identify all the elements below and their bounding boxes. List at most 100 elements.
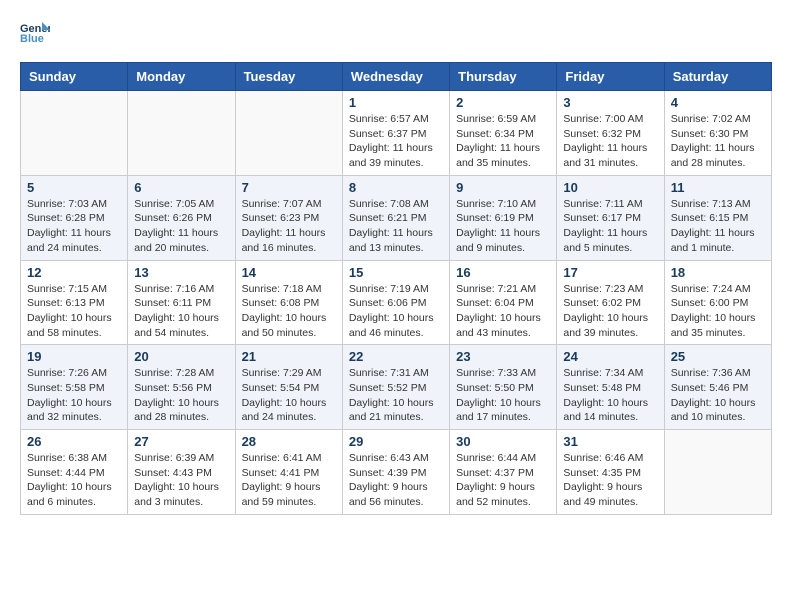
day-number: 25 — [671, 349, 765, 364]
day-info: Sunrise: 7:16 AM Sunset: 6:11 PM Dayligh… — [134, 282, 228, 341]
header-tuesday: Tuesday — [235, 63, 342, 91]
calendar-cell: 3 Sunrise: 7:00 AM Sunset: 6:32 PM Daylig… — [557, 91, 664, 176]
calendar-cell: 26 Sunrise: 6:38 AM Sunset: 4:44 PM Dayli… — [21, 430, 128, 515]
header-sunday: Sunday — [21, 63, 128, 91]
calendar-cell: 29Sunrise: 6:43 AM Sunset: 4:39 PM Dayli… — [342, 430, 449, 515]
calendar-cell: 12Sunrise: 7:15 AM Sunset: 6:13 PM Dayli… — [21, 260, 128, 345]
day-number: 9 — [456, 180, 550, 195]
day-info: Sunrise: 7:08 AM Sunset: 6:21 PM Dayligh… — [349, 197, 443, 256]
day-number: 23 — [456, 349, 550, 364]
calendar-cell — [21, 91, 128, 176]
day-number: 22 — [349, 349, 443, 364]
calendar-cell: 8 Sunrise: 7:08 AM Sunset: 6:21 PM Daylig… — [342, 175, 449, 260]
calendar-cell: 13 Sunrise: 7:16 AM Sunset: 6:11 PM Dayli… — [128, 260, 235, 345]
svg-text:Blue: Blue — [20, 33, 44, 44]
day-number: 31 — [563, 434, 657, 449]
day-info: Sunrise: 6:44 AM Sunset: 4:37 PM Dayligh… — [456, 451, 550, 510]
header-thursday: Thursday — [450, 63, 557, 91]
calendar-cell: 27 Sunrise: 6:39 AM Sunset: 4:43 PM Dayli… — [128, 430, 235, 515]
day-number: 2 — [456, 95, 550, 110]
day-number: 6 — [134, 180, 228, 195]
calendar-header-row: SundayMondayTuesdayWednesdayThursdayFrid… — [21, 63, 772, 91]
calendar-cell: 9 Sunrise: 7:10 AM Sunset: 6:19 PM Daylig… — [450, 175, 557, 260]
day-number: 30 — [456, 434, 550, 449]
day-number: 14 — [242, 265, 336, 280]
day-info: Sunrise: 6:39 AM Sunset: 4:43 PM Dayligh… — [134, 451, 228, 510]
day-info: Sunrise: 6:41 AM Sunset: 4:41 PM Dayligh… — [242, 451, 336, 510]
calendar-cell: 19 Sunrise: 7:26 AM Sunset: 5:58 PM Dayli… — [21, 345, 128, 430]
day-number: 3 — [563, 95, 657, 110]
day-number: 17 — [563, 265, 657, 280]
day-number: 20 — [134, 349, 228, 364]
day-number: 27 — [134, 434, 228, 449]
calendar-week-row: 19 Sunrise: 7:26 AM Sunset: 5:58 PM Dayli… — [21, 345, 772, 430]
calendar-cell: 5 Sunrise: 7:03 AM Sunset: 6:28 PM Daylig… — [21, 175, 128, 260]
day-info: Sunrise: 6:46 AM Sunset: 4:35 PM Dayligh… — [563, 451, 657, 510]
day-info: Sunrise: 6:57 AM Sunset: 6:37 PM Dayligh… — [349, 112, 443, 171]
header-friday: Friday — [557, 63, 664, 91]
calendar-cell: 30 Sunrise: 6:44 AM Sunset: 4:37 PM Dayli… — [450, 430, 557, 515]
calendar-cell: 17 Sunrise: 7:23 AM Sunset: 6:02 PM Dayli… — [557, 260, 664, 345]
calendar-week-row: 1 Sunrise: 6:57 AM Sunset: 6:37 PM Daylig… — [21, 91, 772, 176]
day-info: Sunrise: 7:03 AM Sunset: 6:28 PM Dayligh… — [27, 197, 121, 256]
day-number: 7 — [242, 180, 336, 195]
day-info: Sunrise: 7:26 AM Sunset: 5:58 PM Dayligh… — [27, 366, 121, 425]
logo-icon: General Blue — [20, 20, 50, 44]
logo: General Blue — [20, 20, 52, 44]
day-number: 8 — [349, 180, 443, 195]
day-info: Sunrise: 7:07 AM Sunset: 6:23 PM Dayligh… — [242, 197, 336, 256]
day-number: 1 — [349, 95, 443, 110]
day-number: 18 — [671, 265, 765, 280]
calendar-cell: 2 Sunrise: 6:59 AM Sunset: 6:34 PM Daylig… — [450, 91, 557, 176]
calendar-week-row: 5 Sunrise: 7:03 AM Sunset: 6:28 PM Daylig… — [21, 175, 772, 260]
calendar-cell: 11 Sunrise: 7:13 AM Sunset: 6:15 PM Dayli… — [664, 175, 771, 260]
calendar-cell: 16 Sunrise: 7:21 AM Sunset: 6:04 PM Dayli… — [450, 260, 557, 345]
calendar-cell: 31 Sunrise: 6:46 AM Sunset: 4:35 PM Dayli… — [557, 430, 664, 515]
calendar-cell: 18 Sunrise: 7:24 AM Sunset: 6:00 PM Dayli… — [664, 260, 771, 345]
calendar-cell: 20 Sunrise: 7:28 AM Sunset: 5:56 PM Dayli… — [128, 345, 235, 430]
day-number: 12 — [27, 265, 121, 280]
day-number: 11 — [671, 180, 765, 195]
day-number: 13 — [134, 265, 228, 280]
day-info: Sunrise: 7:23 AM Sunset: 6:02 PM Dayligh… — [563, 282, 657, 341]
day-number: 26 — [27, 434, 121, 449]
day-number: 4 — [671, 95, 765, 110]
calendar: SundayMondayTuesdayWednesdayThursdayFrid… — [20, 62, 772, 515]
day-number: 10 — [563, 180, 657, 195]
day-info: Sunrise: 6:59 AM Sunset: 6:34 PM Dayligh… — [456, 112, 550, 171]
day-number: 16 — [456, 265, 550, 280]
day-info: Sunrise: 7:33 AM Sunset: 5:50 PM Dayligh… — [456, 366, 550, 425]
day-number: 28 — [242, 434, 336, 449]
day-info: Sunrise: 7:34 AM Sunset: 5:48 PM Dayligh… — [563, 366, 657, 425]
day-number: 19 — [27, 349, 121, 364]
day-info: Sunrise: 7:13 AM Sunset: 6:15 PM Dayligh… — [671, 197, 765, 256]
calendar-cell: 6 Sunrise: 7:05 AM Sunset: 6:26 PM Daylig… — [128, 175, 235, 260]
day-info: Sunrise: 7:21 AM Sunset: 6:04 PM Dayligh… — [456, 282, 550, 341]
day-info: Sunrise: 7:24 AM Sunset: 6:00 PM Dayligh… — [671, 282, 765, 341]
day-info: Sunrise: 7:05 AM Sunset: 6:26 PM Dayligh… — [134, 197, 228, 256]
calendar-cell: 14Sunrise: 7:18 AM Sunset: 6:08 PM Dayli… — [235, 260, 342, 345]
calendar-week-row: 12Sunrise: 7:15 AM Sunset: 6:13 PM Dayli… — [21, 260, 772, 345]
calendar-cell: 21Sunrise: 7:29 AM Sunset: 5:54 PM Dayli… — [235, 345, 342, 430]
calendar-cell: 4 Sunrise: 7:02 AM Sunset: 6:30 PM Daylig… — [664, 91, 771, 176]
day-info: Sunrise: 7:02 AM Sunset: 6:30 PM Dayligh… — [671, 112, 765, 171]
calendar-cell: 28 Sunrise: 6:41 AM Sunset: 4:41 PM Dayli… — [235, 430, 342, 515]
day-info: Sunrise: 7:28 AM Sunset: 5:56 PM Dayligh… — [134, 366, 228, 425]
day-info: Sunrise: 6:38 AM Sunset: 4:44 PM Dayligh… — [27, 451, 121, 510]
header-wednesday: Wednesday — [342, 63, 449, 91]
day-number: 21 — [242, 349, 336, 364]
day-info: Sunrise: 7:00 AM Sunset: 6:32 PM Dayligh… — [563, 112, 657, 171]
day-info: Sunrise: 7:19 AM Sunset: 6:06 PM Dayligh… — [349, 282, 443, 341]
header-monday: Monday — [128, 63, 235, 91]
header-saturday: Saturday — [664, 63, 771, 91]
day-number: 5 — [27, 180, 121, 195]
calendar-cell: 24Sunrise: 7:34 AM Sunset: 5:48 PM Dayli… — [557, 345, 664, 430]
day-info: Sunrise: 6:43 AM Sunset: 4:39 PM Dayligh… — [349, 451, 443, 510]
day-info: Sunrise: 7:10 AM Sunset: 6:19 PM Dayligh… — [456, 197, 550, 256]
day-info: Sunrise: 7:36 AM Sunset: 5:46 PM Dayligh… — [671, 366, 765, 425]
day-info: Sunrise: 7:31 AM Sunset: 5:52 PM Dayligh… — [349, 366, 443, 425]
calendar-cell: 23 Sunrise: 7:33 AM Sunset: 5:50 PM Dayli… — [450, 345, 557, 430]
calendar-cell: 25 Sunrise: 7:36 AM Sunset: 5:46 PM Dayli… — [664, 345, 771, 430]
day-number: 15 — [349, 265, 443, 280]
calendar-cell — [664, 430, 771, 515]
